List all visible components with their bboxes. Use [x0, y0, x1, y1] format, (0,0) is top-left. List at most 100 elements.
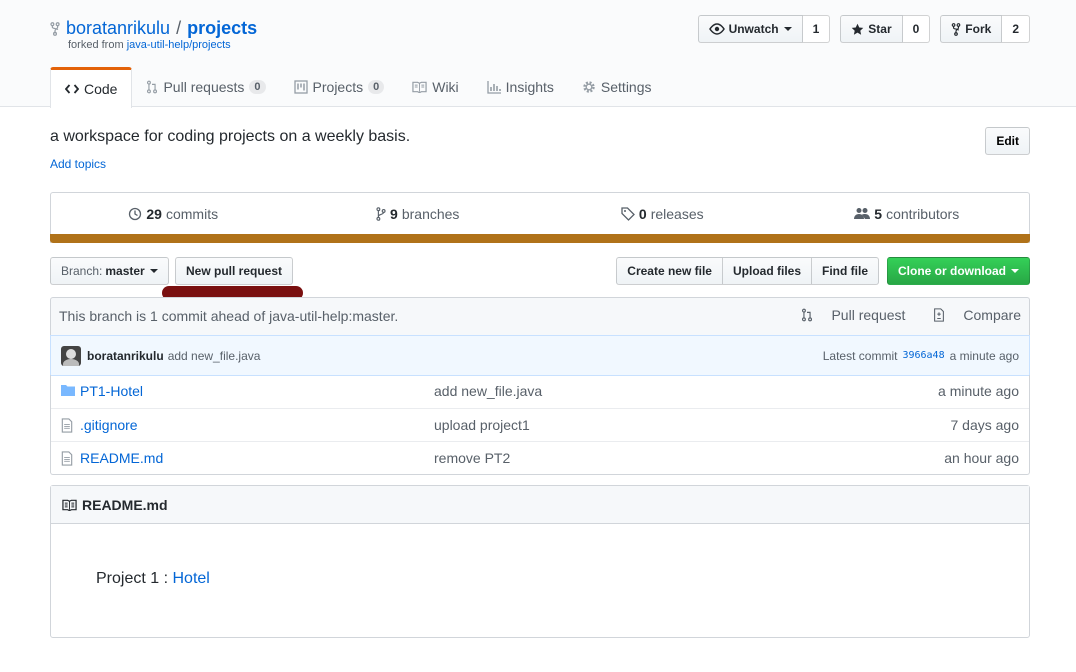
star-group: Star 0 [840, 15, 931, 43]
people-icon [854, 207, 874, 220]
contributors-label: contributors [886, 205, 960, 222]
forks-count[interactable]: 2 [1002, 15, 1030, 43]
star-icon [851, 23, 868, 36]
file-icon [61, 418, 73, 433]
contributors-summary[interactable]: 5 contributors [785, 193, 1030, 234]
branch-select-button[interactable]: Branch: master [50, 257, 169, 285]
file-name-link[interactable]: PT1-Hotel [80, 383, 143, 399]
clone-label: Clone or download [898, 264, 1006, 278]
tab-projects-label: Projects [312, 79, 364, 95]
gear-icon [582, 80, 601, 94]
watchers-count[interactable]: 1 [802, 15, 831, 43]
tab-settings[interactable]: Settings [568, 67, 666, 107]
releases-summary[interactable]: 0 releases [540, 193, 785, 234]
chevron-down-icon [1011, 269, 1019, 273]
code-icon [65, 83, 84, 95]
diff-icon [933, 308, 949, 322]
unwatch-button[interactable]: Unwatch [697, 15, 803, 43]
commit-sha[interactable]: 3966a48 [902, 350, 944, 361]
folder-icon [61, 384, 75, 396]
star-button[interactable]: Star [840, 15, 903, 43]
create-new-file-button[interactable]: Create new file [616, 257, 723, 285]
file-age: an hour ago [944, 450, 1019, 466]
history-icon [128, 207, 146, 221]
table-row: PT1-Hotel add new_file.java a minute ago [51, 375, 1029, 408]
latest-commit-age: a minute ago [949, 348, 1019, 363]
branches-summary[interactable]: 9 branches [296, 193, 541, 234]
file-age: a minute ago [938, 383, 1019, 399]
projects-counter: 0 [368, 80, 385, 94]
tab-pull-requests-label: Pull requests [163, 79, 245, 95]
language-bar[interactable] [50, 234, 1030, 243]
compare-link[interactable]: Compare [919, 307, 1021, 323]
pull-request-icon [801, 308, 817, 322]
readme-hotel-link[interactable]: Hotel [172, 570, 209, 587]
chevron-down-icon [149, 269, 158, 273]
latest-commit-prefix: Latest commit [822, 348, 898, 363]
add-topics-link[interactable]: Add topics [50, 157, 106, 171]
readme-content: Project 1 : Hotel [96, 570, 210, 588]
contributors-count: 5 [874, 205, 883, 222]
repo-nav-tabs: Code Pull requests 0 Projects 0 Wiki Ins… [50, 67, 666, 108]
pull-request-link-label: Pull request [831, 307, 906, 323]
file-commit-message[interactable]: upload project1 [434, 417, 530, 433]
readme-header: README.md [51, 486, 1029, 524]
tab-pull-requests[interactable]: Pull requests 0 [132, 67, 279, 107]
pull-request-icon [146, 80, 163, 94]
edit-description-button[interactable]: Edit [985, 127, 1030, 155]
fork-group: Fork 2 [940, 15, 1030, 43]
repo-numbers-summary: 29 commits 9 branches 0 releases 5 contr… [50, 192, 1030, 243]
tab-projects[interactable]: Projects 0 [280, 67, 399, 107]
repo-description: a workspace for coding projects on a wee… [50, 128, 411, 145]
forked-from-link[interactable]: java-util-help/projects [127, 39, 231, 51]
repo-owner-link[interactable]: boratanrikulu [66, 18, 170, 39]
repo-name-link[interactable]: projects [187, 18, 257, 39]
upload-files-button[interactable]: Upload files [721, 257, 812, 285]
file-navigation: Branch: master New pull request Create n… [50, 257, 1030, 287]
readme-line-prefix: Project 1 : [96, 570, 173, 587]
fork-label: Fork [965, 22, 992, 36]
eye-icon [708, 23, 729, 35]
stars-count[interactable]: 0 [902, 15, 931, 43]
branch-prefix: Branch: [61, 264, 103, 278]
find-file-button[interactable]: Find file [811, 257, 879, 285]
releases-count: 0 [638, 205, 647, 222]
table-row: .gitignore upload project1 7 days ago [51, 408, 1029, 441]
tab-insights[interactable]: Insights [473, 67, 568, 107]
watch-group: Unwatch 1 [697, 15, 831, 43]
branch-name: master [105, 264, 145, 278]
commits-label: commits [165, 205, 219, 222]
chevron-down-icon [783, 27, 792, 31]
tab-code-label: Code [84, 81, 118, 97]
clone-or-download-button[interactable]: Clone or download [887, 257, 1030, 285]
file-actions: Create new file Upload files Find file C… [616, 257, 1030, 285]
commit-message[interactable]: add new_file.java [168, 349, 261, 363]
tab-wiki[interactable]: Wiki [398, 67, 472, 107]
branches-count: 9 [390, 205, 398, 222]
pull-request-link[interactable]: Pull request [787, 307, 905, 323]
file-commit-message[interactable]: remove PT2 [434, 450, 510, 466]
pull-requests-counter: 0 [249, 80, 266, 94]
new-pull-request-button[interactable]: New pull request [175, 257, 294, 285]
commit-author[interactable]: boratanrikulu [87, 349, 164, 363]
commits-summary[interactable]: 29 commits [51, 193, 296, 234]
readme-panel: README.md Project 1 : Hotel [50, 485, 1030, 638]
file-name-link[interactable]: README.md [80, 450, 163, 466]
file-name-link[interactable]: .gitignore [80, 417, 138, 433]
avatar[interactable] [61, 345, 81, 366]
book-icon [412, 81, 432, 93]
repo-actions: Unwatch 1 Star 0 Fork 2 [688, 15, 1030, 43]
readme-title: README.md [82, 496, 168, 513]
file-commit-message[interactable]: add new_file.java [434, 383, 542, 399]
commits-count: 29 [146, 205, 162, 222]
latest-commit-info: Latest commit 3966a48 a minute ago [823, 349, 1019, 363]
book-icon [62, 499, 82, 511]
file-age: 7 days ago [950, 417, 1020, 433]
file-icon [61, 451, 73, 466]
fork-icon [951, 22, 965, 36]
repo-title-separator: / [176, 17, 182, 38]
table-row: README.md remove PT2 an hour ago [51, 441, 1029, 474]
fork-button[interactable]: Fork [940, 15, 1003, 43]
tab-code[interactable]: Code [50, 67, 133, 108]
compare-link-label: Compare [963, 307, 1021, 323]
